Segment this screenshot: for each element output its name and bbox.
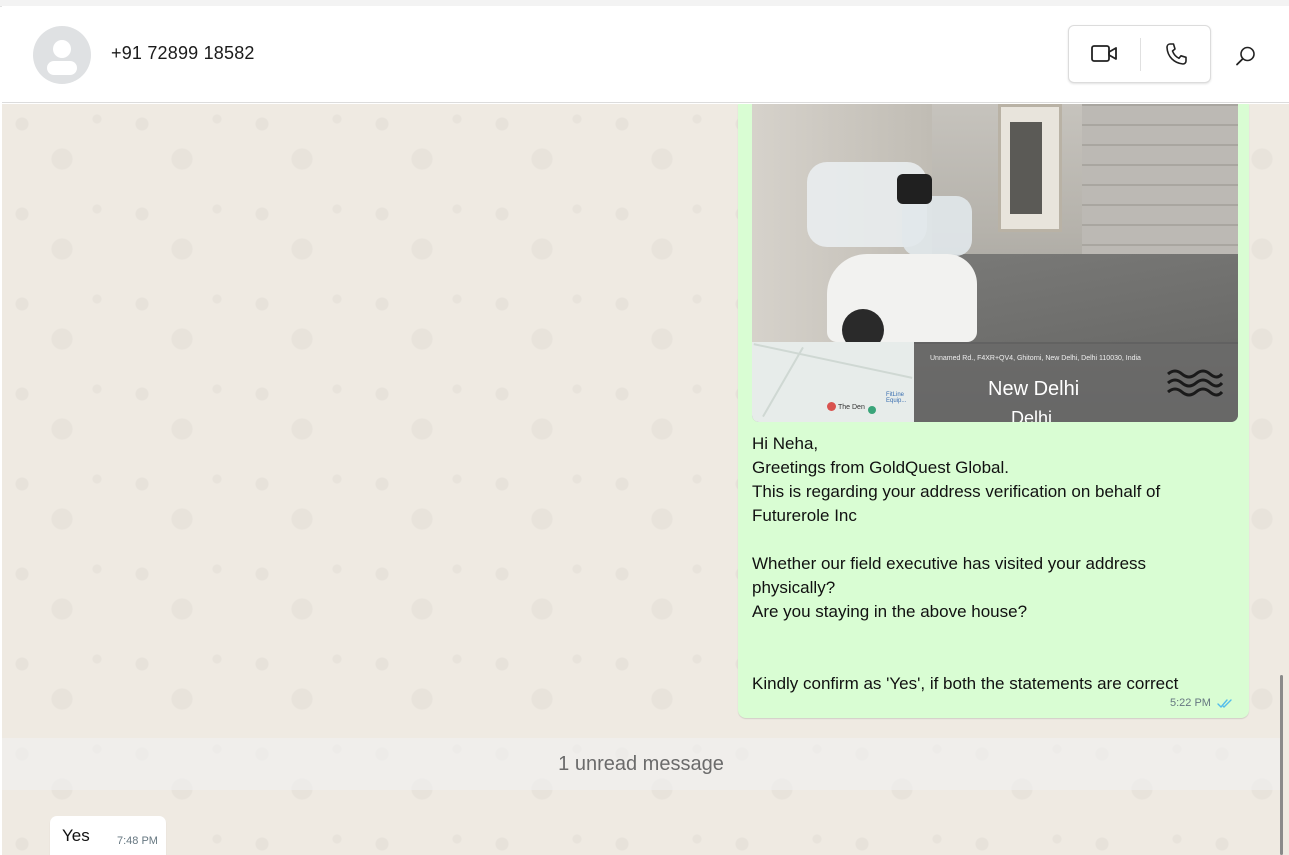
chat-header: +91 72899 18582 [2, 6, 1289, 103]
outgoing-message-text[interactable]: Hi Neha, Greetings from GoldQuest Global… [752, 432, 1232, 696]
incoming-message-bubble[interactable]: Yes 7:48 PM [50, 816, 166, 855]
message-line [752, 624, 1232, 648]
search-icon [1236, 46, 1255, 66]
message-line [752, 648, 1232, 672]
geo-map-thumbnail: The Den FitLine Equip... [752, 342, 914, 422]
contact-name[interactable]: +91 72899 18582 [111, 43, 255, 64]
double-check-icon [1217, 698, 1232, 708]
geo-address: Unnamed Rd., F4XR+QV4, Ghitorni, New Del… [930, 355, 1141, 362]
phone-icon [1166, 43, 1187, 65]
message-line: Whether our field executive has visited … [752, 554, 1147, 573]
message-line: Greetings from GoldQuest Global. [752, 458, 1010, 477]
message-time: 7:48 PM [117, 835, 158, 847]
message-line [752, 528, 1232, 552]
geo-state: Delhi [1011, 408, 1053, 422]
video-call-button[interactable] [1069, 26, 1139, 82]
photo-scooter-seat [897, 174, 932, 204]
geo-info-panel: Unnamed Rd., F4XR+QV4, Ghitorni, New Del… [914, 342, 1238, 422]
incoming-message-text: Yes [62, 826, 90, 845]
chat-scrollbar[interactable] [1280, 675, 1283, 855]
video-camera-icon [1091, 45, 1117, 62]
map-label: FitLine Equip... [886, 392, 907, 404]
map-label: The Den [838, 404, 865, 411]
message-line: physically? [752, 578, 836, 597]
default-person-icon [53, 40, 71, 58]
photo-doorway [1010, 122, 1042, 214]
message-line: Are you staying in the above house? [752, 602, 1028, 621]
unread-messages-divider: 1 unread message [2, 738, 1280, 790]
contact-avatar[interactable] [33, 26, 91, 84]
outgoing-message-meta: 5:22 PM [1170, 697, 1233, 709]
message-line: This is regarding your address verificat… [752, 482, 1161, 501]
message-line: Futurerole Inc [752, 506, 857, 525]
search-button[interactable] [1230, 40, 1262, 72]
voice-call-button[interactable] [1141, 26, 1211, 82]
map-place-icon [868, 406, 876, 414]
map-road [753, 343, 913, 379]
geotagged-photo-attachment[interactable]: The Den FitLine Equip... Unnamed Rd., F4… [752, 104, 1238, 422]
map-road [762, 346, 804, 418]
geo-city: New Delhi [988, 378, 1080, 400]
waves-logo-icon [1167, 369, 1224, 397]
map-pin-icon [827, 402, 836, 411]
unread-count-label: 1 unread message [558, 752, 724, 775]
message-time: 5:22 PM [1170, 697, 1211, 709]
photo-water-bottles-2 [902, 196, 972, 256]
call-button-group [1068, 25, 1211, 83]
message-line: Hi Neha, [752, 434, 819, 453]
message-line: Kindly confirm as 'Yes', if both the sta… [752, 674, 1179, 693]
default-person-icon-body [47, 61, 77, 75]
